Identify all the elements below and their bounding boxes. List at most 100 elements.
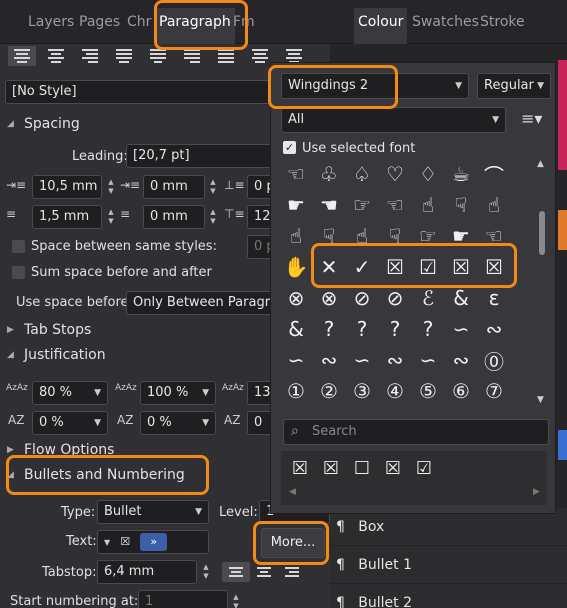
tab-align-center-button[interactable] xyxy=(250,562,278,582)
glyph-cell[interactable]: ☟ xyxy=(446,190,476,220)
glyph-cell[interactable]: & xyxy=(281,314,311,344)
tab-layers[interactable]: Layers xyxy=(28,14,74,30)
glyph-cell[interactable]: ④ xyxy=(380,376,410,406)
bullet-type-select[interactable]: Bullet ▼ xyxy=(97,500,209,524)
tab-swatches[interactable]: Swatches xyxy=(412,14,479,30)
letter-min-field[interactable]: 0 % ▼ xyxy=(140,411,216,435)
right-indent-field[interactable]: 1,5 mm xyxy=(32,205,102,229)
align-left-button[interactable] xyxy=(8,46,36,66)
paragraph-mark-icon: ¶ xyxy=(336,557,345,573)
glyph-cell[interactable]: ⓪ xyxy=(479,345,509,375)
glyph-cell[interactable]: ☝ xyxy=(479,190,509,220)
glyph-cell[interactable]: ☞ xyxy=(347,190,377,220)
glyph-search-input[interactable]: Search xyxy=(283,419,549,445)
glyph-cell[interactable]: ☝ xyxy=(413,190,443,220)
recent-glyph[interactable]: ☒ xyxy=(285,453,315,483)
first-line-indent-field[interactable]: 0 mm xyxy=(143,175,205,199)
tab-marker: » xyxy=(140,533,168,551)
recent-glyph[interactable]: ☒ xyxy=(378,453,408,483)
align-center-button[interactable] xyxy=(42,46,70,66)
colour-strip xyxy=(558,430,567,460)
tab-pages[interactable]: Pages xyxy=(79,14,120,30)
glyph-cell[interactable]: ✋ xyxy=(281,252,311,282)
style-row[interactable]: ¶ Bullet 1 xyxy=(330,545,567,583)
glyph-scrollbar[interactable]: ▲ ▼ xyxy=(537,159,547,407)
last-line-indent-field[interactable]: 0 mm xyxy=(143,205,205,229)
align-right-button[interactable] xyxy=(76,46,104,66)
style-row[interactable]: ¶ Bullet 2 xyxy=(330,583,567,608)
recent-glyphs: ☒ ☒ ☐ ☒ ☑ xyxy=(281,451,547,505)
glyph-cell[interactable]: ∾ xyxy=(314,345,344,375)
highlight-bullets-section xyxy=(6,455,209,495)
glyph-cell[interactable]: ♢ xyxy=(413,159,443,189)
glyph-cell[interactable]: ⊗ xyxy=(281,283,311,313)
word-spacing-field[interactable]: 80 % ▼ xyxy=(32,381,108,405)
scroll-right-icon[interactable]: ▶ xyxy=(533,487,540,497)
glyph-cell[interactable]: ∽ xyxy=(413,345,443,375)
glyph-cell[interactable]: ⑤ xyxy=(413,376,443,406)
glyph-cell[interactable]: ☝ xyxy=(281,221,311,251)
scroll-down-icon[interactable]: ▼ xyxy=(537,395,544,405)
glyph-cell[interactable]: ♡ xyxy=(380,159,410,189)
glyph-cell[interactable]: ⑦ xyxy=(479,376,509,406)
glyph-cell[interactable]: ⑥ xyxy=(446,376,476,406)
glyph-cell[interactable]: ? xyxy=(314,314,344,344)
justify-left-button[interactable] xyxy=(110,46,138,66)
bullet-type-label: Type: xyxy=(61,505,96,520)
glyph-cell[interactable]: ♧ xyxy=(314,159,344,189)
tab-character[interactable]: Chr xyxy=(127,14,151,30)
first-line-stepper[interactable]: ▲ ▼ xyxy=(208,175,218,199)
font-weight-select[interactable]: Regular ▼ xyxy=(477,73,551,99)
tab-align-right-button[interactable] xyxy=(278,562,306,582)
glyph-cell[interactable]: ⌒ xyxy=(479,159,509,189)
right-indent-stepper[interactable]: ▲ ▼ xyxy=(106,205,116,229)
glyph-cell[interactable]: ∾ xyxy=(479,314,509,344)
glyph-cell[interactable]: ☜ xyxy=(380,190,410,220)
left-indent-field[interactable]: 10,5 mm xyxy=(32,175,102,199)
bullet-text-field[interactable]: ▼ ☒ » xyxy=(97,530,209,554)
glyph-cell[interactable]: ② xyxy=(314,376,344,406)
glyph-cell[interactable]: ∾ xyxy=(446,345,476,375)
glyph-cell[interactable]: ? xyxy=(413,314,443,344)
tabstop-field[interactable]: 6,4 mm xyxy=(97,560,197,584)
same-styles-checkbox[interactable] xyxy=(12,240,25,253)
use-selected-font-label: Use selected font xyxy=(302,141,416,156)
glyph-cell[interactable]: ? xyxy=(380,314,410,344)
recent-glyph[interactable]: ☐ xyxy=(347,453,377,483)
scroll-thumb[interactable] xyxy=(539,211,545,255)
tab-align-left-button[interactable] xyxy=(222,562,250,582)
glyph-browser-popup: Wingdings 2 ▼ Regular ▼ All ▼ ≡▾ ✓ Use sele… xyxy=(270,62,556,514)
word-spacing-icon: AzAz xyxy=(6,383,28,393)
glyph-cell[interactable]: ∾ xyxy=(380,345,410,375)
glyph-cell[interactable]: ① xyxy=(281,376,311,406)
glyph-cell[interactable]: ☕ xyxy=(446,159,476,189)
glyph-subset-select[interactable]: All ▼ xyxy=(281,107,506,133)
scroll-up-icon[interactable]: ▲ xyxy=(537,159,544,169)
glyph-cell[interactable]: ♤ xyxy=(347,159,377,189)
recent-glyph[interactable]: ☒ xyxy=(316,453,346,483)
tab-stroke[interactable]: Stroke xyxy=(480,14,525,30)
letter-spacing-field[interactable]: 100 % ▼ xyxy=(140,381,216,405)
glyph-cell[interactable]: ? xyxy=(347,314,377,344)
glyph-cell[interactable]: ☚ xyxy=(314,190,344,220)
start-numbering-stepper[interactable]: ▲ ▼ xyxy=(231,590,241,608)
scroll-left-icon[interactable]: ◀ xyxy=(289,487,296,497)
left-indent-stepper[interactable]: ▲ ▼ xyxy=(106,175,116,199)
menu-icon[interactable]: ≡▾ xyxy=(521,109,542,128)
word-min-field[interactable]: 0 % ▼ xyxy=(32,411,108,435)
start-numbering-field[interactable]: 1 xyxy=(138,590,228,608)
glyph-cell[interactable]: ☜ xyxy=(281,159,311,189)
dropdown-arrow-icon: ▼ xyxy=(104,538,111,547)
glyph-cell[interactable]: ∽ xyxy=(446,314,476,344)
glyph-scaling-icon: AzAz xyxy=(222,383,244,393)
tabstop-stepper[interactable]: ▲ ▼ xyxy=(201,560,211,584)
glyph-cell[interactable]: ☛ xyxy=(281,190,311,220)
sum-space-checkbox[interactable] xyxy=(12,266,25,279)
recent-glyph[interactable]: ☑ xyxy=(409,453,439,483)
tab-colour[interactable]: Colour xyxy=(354,8,408,44)
use-selected-font-checkbox[interactable]: ✓ xyxy=(283,141,296,154)
last-line-stepper[interactable]: ▲ ▼ xyxy=(208,205,218,229)
glyph-cell[interactable]: ∽ xyxy=(281,345,311,375)
glyph-cell[interactable]: ∽ xyxy=(347,345,377,375)
glyph-cell[interactable]: ③ xyxy=(347,376,377,406)
